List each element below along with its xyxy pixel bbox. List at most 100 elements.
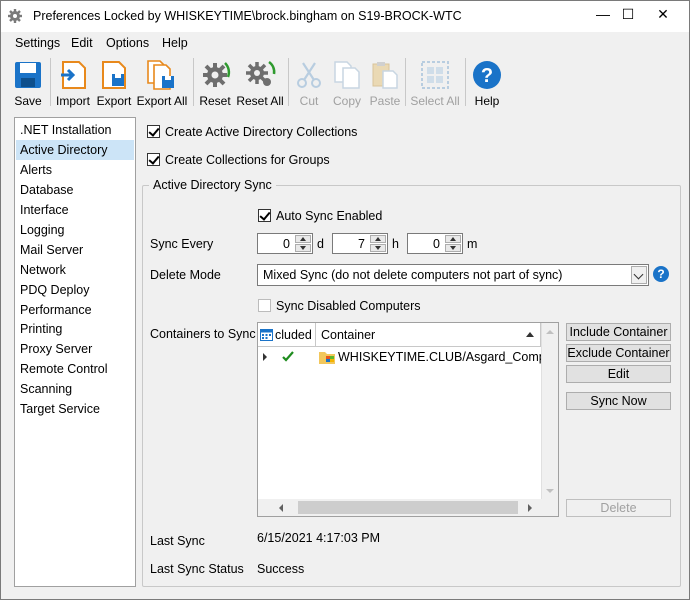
sidebar-item-scanning[interactable]: Scanning <box>16 379 134 399</box>
sync-every-label: Sync Every <box>150 237 214 251</box>
containers-label: Containers to Sync <box>150 327 256 341</box>
preferences-window: Preferences Locked by WHISKEYTIME\brock.… <box>0 0 690 600</box>
save-icon <box>15 62 41 88</box>
hours-up-arrow[interactable] <box>370 235 386 243</box>
exclude-container-button[interactable]: Exclude Container <box>566 344 671 362</box>
table-row[interactable]: WHISKEYTIME.CLUB/Asgard_Comp... <box>258 348 556 366</box>
export-all-icon <box>147 60 174 90</box>
scroll-thumb[interactable] <box>298 501 518 514</box>
minimize-icon: — <box>596 6 610 22</box>
close-icon: ✕ <box>657 6 669 22</box>
help-button[interactable]: ? Help <box>469 56 505 108</box>
last-sync-label: Last Sync <box>150 534 205 548</box>
maximize-icon: ☐ <box>621 6 635 22</box>
grid-horizontal-scrollbar[interactable] <box>258 499 542 516</box>
help-icon: ? <box>473 61 501 89</box>
calendar-icon <box>260 329 273 341</box>
save-button[interactable]: Save <box>9 56 47 108</box>
green-check-icon <box>282 351 294 362</box>
toolbar-separator <box>193 58 194 106</box>
menu-edit[interactable]: Edit <box>71 36 93 50</box>
create-ad-collections-checkbox[interactable] <box>147 125 160 138</box>
export-button[interactable]: Export <box>95 56 133 108</box>
auto-sync-checkbox[interactable] <box>258 209 271 222</box>
ad-sync-group-title: Active Directory Sync <box>149 178 276 192</box>
sidebar-item-pdq-deploy[interactable]: PDQ Deploy <box>16 280 134 300</box>
sync-now-button[interactable]: Sync Now <box>566 392 671 410</box>
days-down-arrow[interactable] <box>295 244 311 252</box>
cut-button[interactable]: Cut <box>291 56 327 108</box>
menu-options[interactable]: Options <box>106 36 149 50</box>
create-ad-collections-label: Create Active Directory Collections <box>165 125 358 139</box>
grid-vertical-scrollbar[interactable] <box>541 323 558 499</box>
scroll-corner <box>541 499 558 516</box>
delete-button[interactable]: Delete <box>566 499 671 517</box>
reset-icon <box>203 62 231 87</box>
window-title: Preferences Locked by WHISKEYTIME\brock.… <box>33 9 462 23</box>
sync-minutes-stepper[interactable]: 0 <box>407 233 463 254</box>
sidebar-item-performance[interactable]: Performance <box>16 300 134 320</box>
delete-mode-select[interactable]: Mixed Sync (do not delete computers not … <box>257 264 649 286</box>
menu-bar: Settings Edit Options Help <box>1 32 689 54</box>
days-up-arrow[interactable] <box>295 235 311 243</box>
toolbar-separator <box>465 58 466 106</box>
scroll-left-icon <box>279 504 283 512</box>
menu-help[interactable]: Help <box>162 36 188 50</box>
include-container-button[interactable]: Include Container <box>566 323 671 341</box>
grid-header: cluded Container <box>258 323 541 347</box>
sidebar-item-printing[interactable]: Printing <box>16 319 134 339</box>
sidebar-item-logging[interactable]: Logging <box>16 220 134 240</box>
delete-mode-help-icon[interactable]: ? <box>653 266 669 282</box>
chevron-down-icon[interactable] <box>631 266 647 284</box>
sync-hours-stepper[interactable]: 7 <box>332 233 388 254</box>
menu-settings[interactable]: Settings <box>15 36 60 50</box>
sidebar-item-target-service[interactable]: Target Service <box>16 399 134 419</box>
edit-container-button[interactable]: Edit <box>566 365 671 383</box>
create-group-collections-label: Create Collections for Groups <box>165 153 330 167</box>
reset-all-button[interactable]: Reset All <box>235 56 285 108</box>
paste-icon <box>372 62 398 89</box>
sidebar-item-interface[interactable]: Interface <box>16 200 134 220</box>
copy-icon <box>334 61 360 89</box>
toolbar-separator <box>288 58 289 106</box>
sidebar-item-proxy-server[interactable]: Proxy Server <box>16 339 134 359</box>
paste-button[interactable]: Paste <box>367 56 403 108</box>
sidebar-item-mail-server[interactable]: Mail Server <box>16 240 134 260</box>
sidebar-item-alerts[interactable]: Alerts <box>16 160 134 180</box>
create-group-collections-checkbox[interactable] <box>147 153 160 166</box>
select-all-button[interactable]: Select All <box>408 56 462 108</box>
column-included[interactable]: cluded <box>258 323 316 347</box>
toolbar-separator <box>405 58 406 106</box>
select-all-icon <box>421 61 449 89</box>
maximize-button[interactable]: ☐ <box>611 1 645 30</box>
folder-icon <box>319 352 335 364</box>
export-all-button[interactable]: Export All <box>135 56 189 108</box>
minutes-down-arrow[interactable] <box>445 244 461 252</box>
scroll-up-icon <box>546 330 554 334</box>
row-indicator-icon <box>263 353 267 361</box>
column-container[interactable]: Container <box>316 323 541 347</box>
close-button[interactable]: ✕ <box>646 1 680 30</box>
minutes-up-arrow[interactable] <box>445 235 461 243</box>
title-bar: Preferences Locked by WHISKEYTIME\brock.… <box>1 1 689 32</box>
sidebar-item-remote-control[interactable]: Remote Control <box>16 359 134 379</box>
copy-button[interactable]: Copy <box>329 56 365 108</box>
sync-days-stepper[interactable]: 0 <box>257 233 313 254</box>
last-sync-value: 6/15/2021 4:17:03 PM <box>257 531 381 545</box>
category-list: .NET Installation Active Directory Alert… <box>14 117 136 587</box>
svg-text:?: ? <box>481 65 493 87</box>
scroll-right-icon <box>528 504 532 512</box>
sync-disabled-checkbox[interactable] <box>258 299 271 312</box>
sync-disabled-label: Sync Disabled Computers <box>276 299 421 313</box>
hours-unit: h <box>392 237 399 251</box>
sidebar-item-network[interactable]: Network <box>16 260 134 280</box>
reset-button[interactable]: Reset <box>197 56 233 108</box>
toolbar: Save Import Export Export All Reset Rese… <box>1 54 689 111</box>
import-button[interactable]: Import <box>54 56 92 108</box>
sidebar-item-net-installation[interactable]: .NET Installation <box>16 120 134 140</box>
hours-down-arrow[interactable] <box>370 244 386 252</box>
export-icon <box>102 61 126 89</box>
sidebar-item-active-directory[interactable]: Active Directory <box>16 140 134 160</box>
sort-ascending-icon <box>526 332 534 337</box>
sidebar-item-database[interactable]: Database <box>16 180 134 200</box>
